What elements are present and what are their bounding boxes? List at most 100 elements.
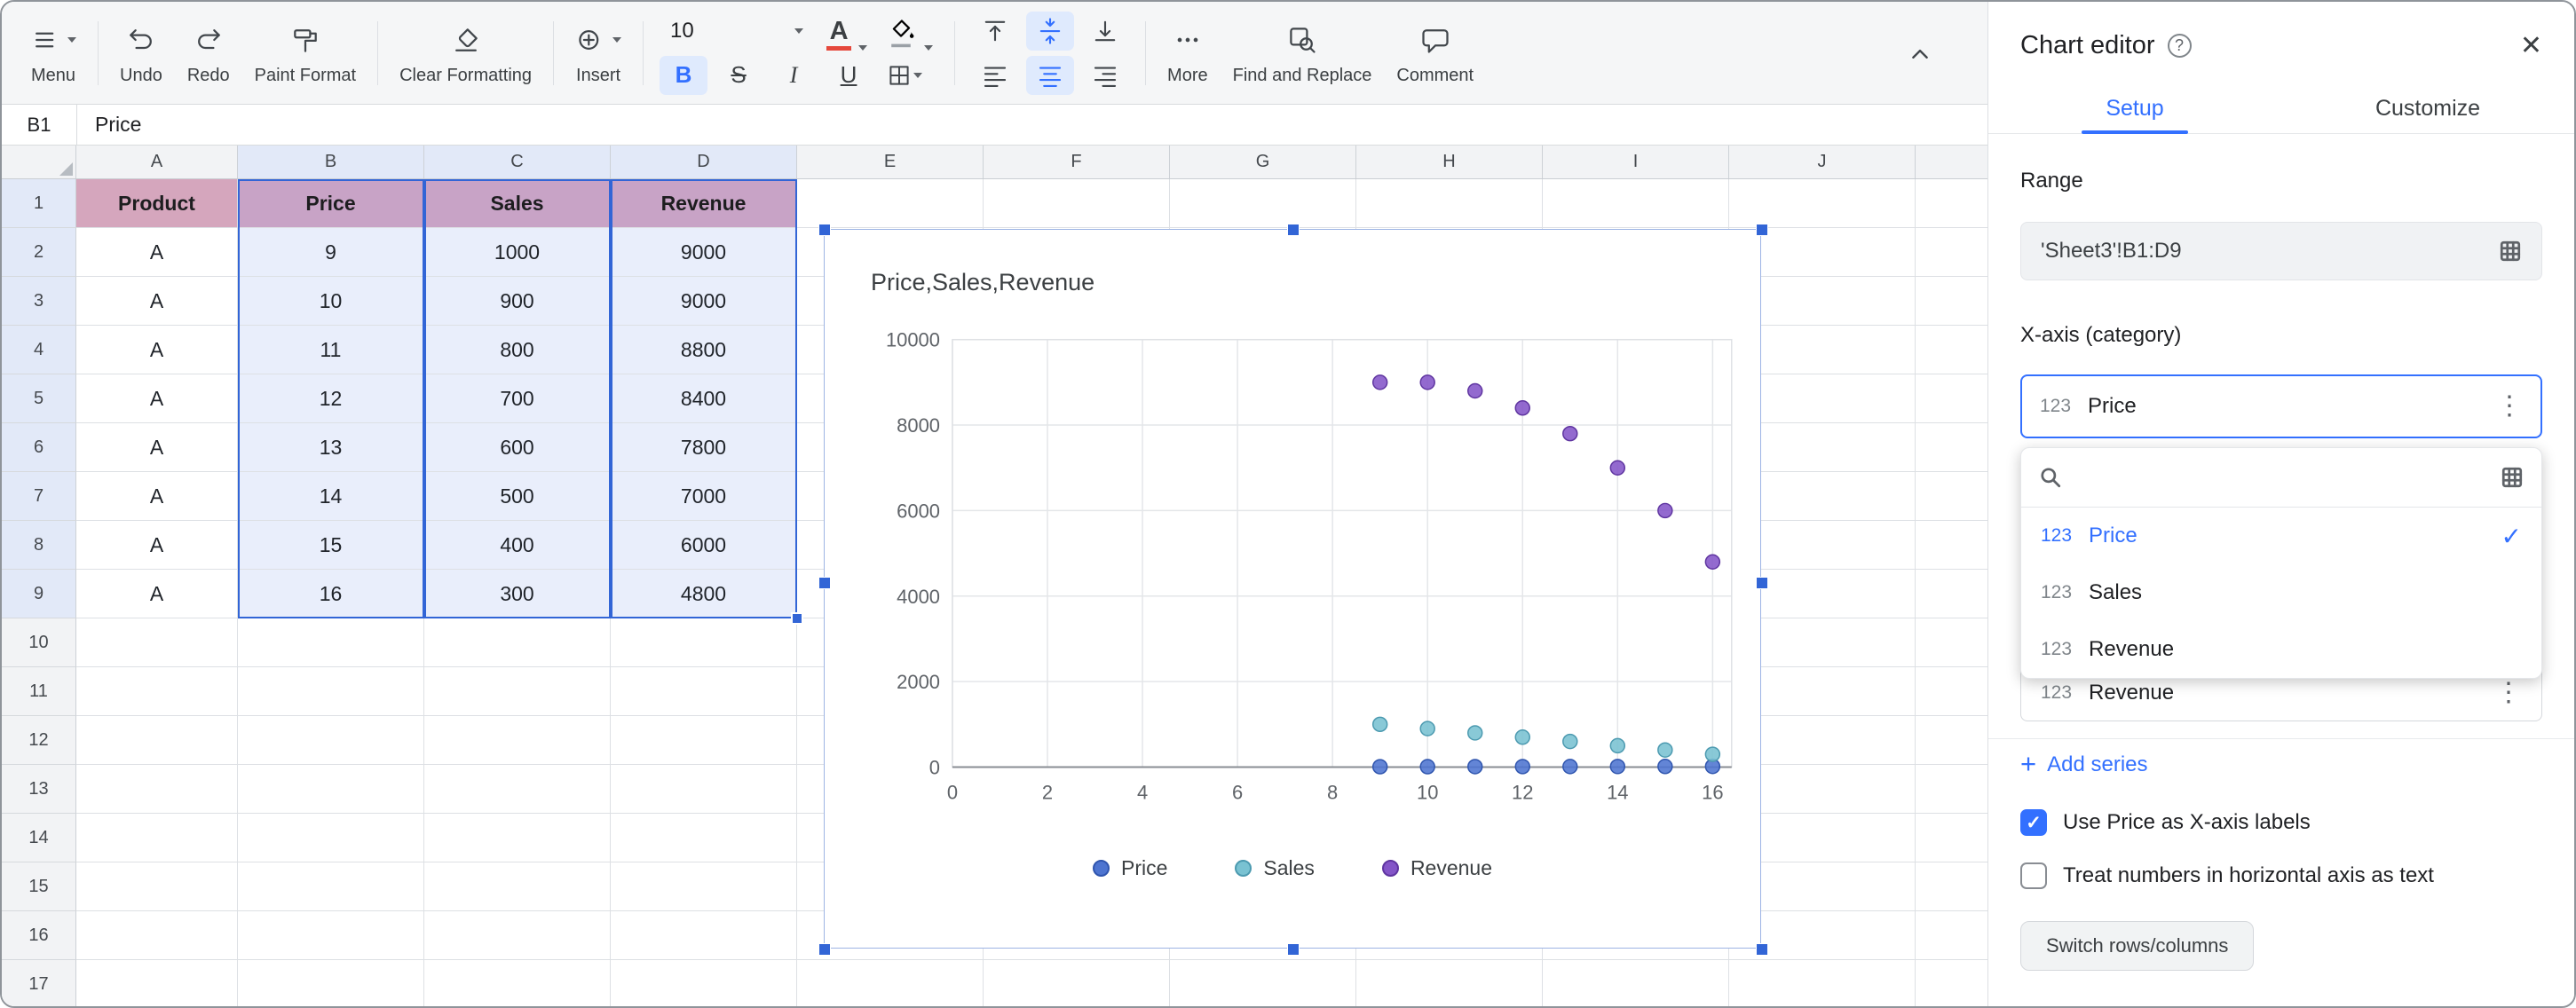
cell[interactable] [238,667,424,716]
cell[interactable] [1916,618,1987,667]
row-header[interactable]: 3 [2,277,76,326]
cell[interactable]: 900 [424,277,611,326]
row-header[interactable]: 1 [2,179,76,228]
italic-button[interactable]: I [770,56,818,95]
cell[interactable]: Product [76,179,238,228]
cell[interactable] [1916,667,1987,716]
cell[interactable] [1916,326,1987,374]
cell[interactable] [76,667,238,716]
row-header[interactable]: 13 [2,765,76,814]
column-header[interactable]: J [1729,146,1916,178]
row-header[interactable]: 5 [2,374,76,423]
row-header[interactable]: 4 [2,326,76,374]
cell[interactable]: 7800 [611,423,797,472]
column-header[interactable]: B [238,146,424,178]
cell[interactable] [1916,521,1987,570]
cell[interactable] [76,960,238,1006]
row-header[interactable]: 14 [2,814,76,862]
cell[interactable]: 15 [238,521,424,570]
cell[interactable] [1916,228,1987,277]
cell[interactable] [1356,179,1543,228]
tab-setup[interactable]: Setup [1988,83,2281,133]
cell[interactable]: 500 [424,472,611,521]
dropdown-option-price[interactable]: 123Price✓ [2021,508,2541,564]
column-header[interactable] [1916,146,1987,178]
cell[interactable] [424,618,611,667]
formula-input[interactable]: Price [77,105,141,145]
comment-button[interactable]: Comment [1384,17,1486,90]
cell[interactable] [1170,179,1356,228]
chart-handle-top-middle[interactable] [1287,224,1300,236]
checkbox-icon[interactable]: ✓ [2020,809,2047,836]
row-header[interactable]: 6 [2,423,76,472]
x-axis-select[interactable]: 123 Price ⋮ [2020,374,2542,438]
switch-rows-columns-button[interactable]: Switch rows/columns [2020,921,2254,971]
cell[interactable]: Price [238,179,424,228]
cell[interactable] [1916,862,1987,911]
font-size-select[interactable]: 10 [660,12,814,51]
cell[interactable]: 12 [238,374,424,423]
cell[interactable] [611,814,797,862]
cell[interactable]: A [76,326,238,374]
dropdown-search[interactable] [2021,448,2541,508]
cell[interactable]: 13 [238,423,424,472]
underline-button[interactable]: U [825,56,873,95]
dropdown-option-revenue[interactable]: 123Revenue [2021,621,2541,678]
cell[interactable] [424,960,611,1006]
chart-handle-bottom-middle[interactable] [1287,943,1300,956]
undo-button[interactable]: Undo [107,17,175,90]
cell[interactable] [1916,716,1987,765]
cell[interactable]: 10 [238,277,424,326]
select-range-grid-icon[interactable] [2499,240,2522,263]
cell[interactable] [424,667,611,716]
cell[interactable] [424,862,611,911]
row-header[interactable]: 10 [2,618,76,667]
collapse-toolbar-button[interactable] [1893,27,1947,80]
cell[interactable] [238,618,424,667]
cell[interactable] [76,911,238,960]
redo-button[interactable]: Redo [175,17,242,90]
chart-handle-top-right[interactable] [1756,224,1768,236]
kebab-icon[interactable]: ⋮ [2496,393,2523,420]
cell[interactable] [1916,374,1987,423]
cell[interactable] [611,618,797,667]
align-middle-button[interactable] [1026,12,1074,51]
cell[interactable] [238,716,424,765]
select-all-corner[interactable] [2,146,76,178]
dropdown-option-sales[interactable]: 123Sales [2021,564,2541,621]
cell[interactable] [611,765,797,814]
cell[interactable] [611,911,797,960]
more-button[interactable]: More [1155,17,1221,90]
cell[interactable] [76,716,238,765]
cell[interactable] [238,960,424,1006]
cell[interactable]: Revenue [611,179,797,228]
cell[interactable]: A [76,228,238,277]
cell[interactable] [797,179,984,228]
cell[interactable]: 7000 [611,472,797,521]
insert-button[interactable]: Insert [563,17,634,90]
cell[interactable]: 700 [424,374,611,423]
cell[interactable]: 9000 [611,277,797,326]
column-header[interactable]: D [611,146,797,178]
cell[interactable] [238,814,424,862]
cell[interactable]: A [76,521,238,570]
cell[interactable] [424,765,611,814]
row-header[interactable]: 16 [2,911,76,960]
cell[interactable] [1916,814,1987,862]
strikethrough-button[interactable]: S [715,56,763,95]
cell[interactable] [1916,570,1987,618]
help-icon[interactable]: ? [2168,34,2192,58]
cell[interactable]: 16 [238,570,424,618]
cell[interactable] [424,911,611,960]
row-header[interactable]: 15 [2,862,76,911]
chart-handle-bottom-left[interactable] [818,943,831,956]
cell[interactable] [76,618,238,667]
clear-formatting-button[interactable]: Clear Formatting [387,17,544,90]
cell[interactable] [1170,960,1356,1006]
cell[interactable] [238,911,424,960]
row-header[interactable]: 2 [2,228,76,277]
cell[interactable] [1356,960,1543,1006]
column-header[interactable]: A [76,146,238,178]
cell[interactable]: A [76,277,238,326]
cell[interactable]: 800 [424,326,611,374]
